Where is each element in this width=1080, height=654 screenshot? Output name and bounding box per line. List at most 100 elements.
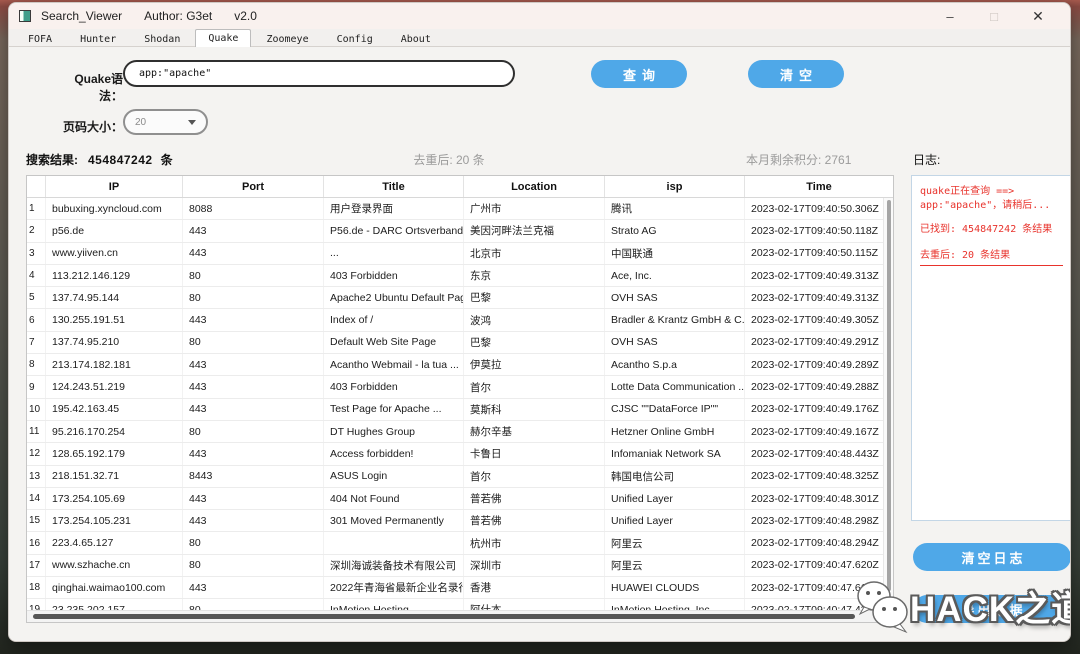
table-cell: 443 xyxy=(183,510,324,531)
column-header-isp[interactable]: isp xyxy=(605,176,745,197)
table-cell: 巴黎 xyxy=(464,332,605,353)
table-cell: 403 Forbidden xyxy=(324,376,464,397)
table-cell: 223.4.65.127 xyxy=(46,532,183,553)
tab-quake[interactable]: Quake xyxy=(195,29,251,47)
table-cell: 80 xyxy=(183,421,324,442)
table-cell: 80 xyxy=(183,332,324,353)
column-header-index[interactable] xyxy=(27,176,46,197)
table-cell: 13 xyxy=(27,466,46,487)
table-row[interactable]: 1923.235.202.15780InMotion Hosting阿什本InM… xyxy=(27,599,883,610)
title-bar: Search_Viewer Author: G3et v2.0 – □ ✕ xyxy=(9,3,1070,29)
table-row[interactable]: 17www.szhache.cn80深圳海诚装备技术有限公司深圳市阿里云2023… xyxy=(27,555,883,577)
table-cell: Ace, Inc. xyxy=(605,265,745,286)
table-row[interactable]: 4113.212.146.12980403 Forbidden东京Ace, In… xyxy=(27,265,883,287)
table-row[interactable]: 12128.65.192.179443Access forbidden!卡鲁日I… xyxy=(27,443,883,465)
column-header-IP[interactable]: IP xyxy=(46,176,183,197)
table-cell: 2023-02-17T09:40:47.434Z xyxy=(745,599,883,610)
log-underline xyxy=(920,265,1063,266)
column-header-Location[interactable]: Location xyxy=(464,176,605,197)
table-row[interactable]: 7137.74.95.21080Default Web Site Page巴黎O… xyxy=(27,332,883,354)
table-cell: 195.42.163.45 xyxy=(46,399,183,420)
table-row[interactable]: 3www.yiiven.cn443...北京市中国联通2023-02-17T09… xyxy=(27,243,883,265)
table-cell: 80 xyxy=(183,599,324,610)
column-header-Title[interactable]: Title xyxy=(324,176,464,197)
table-cell: 80 xyxy=(183,555,324,576)
minimize-button[interactable]: – xyxy=(928,4,972,28)
column-header-Port[interactable]: Port xyxy=(183,176,324,197)
tab-label: About xyxy=(401,34,431,45)
table-cell: 218.151.32.71 xyxy=(46,466,183,487)
table-cell: Hetzner Online GmbH xyxy=(605,421,745,442)
table-cell: www.szhache.cn xyxy=(46,555,183,576)
table-row[interactable]: 13218.151.32.718443ASUS Login首尔韩国电信公司202… xyxy=(27,466,883,488)
table-cell: Test Page for Apache ... xyxy=(324,399,464,420)
table-cell: 杭州市 xyxy=(464,532,605,553)
table-cell: 137.74.95.210 xyxy=(46,332,183,353)
table-cell: 80 xyxy=(183,532,324,553)
table-row[interactable]: 8213.174.182.181443Acantho Webmail - la … xyxy=(27,354,883,376)
tab-config[interactable]: Config xyxy=(324,31,386,46)
table-body: 1bubuxing.xyncloud.com8088用户登录界面广州市腾讯202… xyxy=(27,198,883,610)
table-row[interactable]: 6130.255.191.51443Index of /波鸿Bradler & … xyxy=(27,309,883,331)
table-cell: 2023-02-17T09:40:48.298Z xyxy=(745,510,883,531)
table-row[interactable]: 15173.254.105.231443301 Moved Permanentl… xyxy=(27,510,883,532)
vertical-scrollbar-thumb[interactable] xyxy=(887,200,891,591)
table-cell: 卡鲁日 xyxy=(464,443,605,464)
table-cell: p56.de xyxy=(46,220,183,241)
table-cell: 2023-02-17T09:40:48.301Z xyxy=(745,488,883,509)
table-cell: 巴黎 xyxy=(464,287,605,308)
table-row[interactable]: 18qinghai.waimao100.com4432022年青海省最新企业名录… xyxy=(27,577,883,599)
table-cell: OVH SAS xyxy=(605,332,745,353)
horizontal-scrollbar-thumb[interactable] xyxy=(33,614,855,619)
tab-label: Shodan xyxy=(144,34,180,45)
table-cell: 2023-02-17T09:40:48.443Z xyxy=(745,443,883,464)
table-cell: 2023-02-17T09:40:49.167Z xyxy=(745,421,883,442)
tab-fofa[interactable]: FOFA xyxy=(15,31,65,46)
table-cell: Access forbidden! xyxy=(324,443,464,464)
table-row[interactable]: 16223.4.65.12780杭州市阿里云2023-02-17T09:40:4… xyxy=(27,532,883,554)
search-button[interactable]: 查询 xyxy=(591,60,687,88)
table-cell: 2023-02-17T09:40:47.618Z xyxy=(745,577,883,598)
tab-zoomeye[interactable]: Zoomeye xyxy=(253,31,321,46)
table-row[interactable]: 2p56.de443P56.de - DARC Ortsverband ...美… xyxy=(27,220,883,242)
table-row[interactable]: 1195.216.170.25480DT Hughes Group赫尔辛基Het… xyxy=(27,421,883,443)
tab-shodan[interactable]: Shodan xyxy=(131,31,193,46)
table-cell: 阿里云 xyxy=(605,532,745,553)
export-data-button[interactable]: 导出数据 xyxy=(913,595,1071,623)
column-header-Time[interactable]: Time xyxy=(745,176,893,197)
table-cell: Bradler & Krantz GmbH & C... xyxy=(605,309,745,330)
table-row[interactable]: 9124.243.51.219443403 Forbidden首尔Lotte D… xyxy=(27,376,883,398)
table-row[interactable]: 10195.42.163.45443Test Page for Apache .… xyxy=(27,399,883,421)
table-cell: 9 xyxy=(27,376,46,397)
table-cell: 173.254.105.69 xyxy=(46,488,183,509)
close-button[interactable]: ✕ xyxy=(1016,4,1060,28)
clear-button[interactable]: 清空 xyxy=(748,60,844,88)
table-cell: 北京市 xyxy=(464,243,605,264)
page-size-dropdown[interactable]: 20 xyxy=(123,109,208,135)
table-cell: bubuxing.xyncloud.com xyxy=(46,198,183,219)
page-size-label: 页码大小： xyxy=(47,118,123,135)
table-cell: Lotte Data Communication ... xyxy=(605,376,745,397)
table-cell: 95.216.170.254 xyxy=(46,421,183,442)
results-value: 454847242 xyxy=(88,153,153,167)
table-row[interactable]: 5137.74.95.14480Apache2 Ubuntu Default P… xyxy=(27,287,883,309)
vertical-scrollbar[interactable] xyxy=(883,198,893,610)
table-cell: 443 xyxy=(183,376,324,397)
table-cell: 腾讯 xyxy=(605,198,745,219)
table-cell: DT Hughes Group xyxy=(324,421,464,442)
table-cell: 2023-02-17T09:40:49.289Z xyxy=(745,354,883,375)
table-row[interactable]: 1bubuxing.xyncloud.com8088用户登录界面广州市腾讯202… xyxy=(27,198,883,220)
tab-hunter[interactable]: Hunter xyxy=(67,31,129,46)
dedup-count: 去重后: 20 条 xyxy=(359,151,539,168)
clear-log-button[interactable]: 清空日志 xyxy=(913,543,1071,571)
table-cell: 113.212.146.129 xyxy=(46,265,183,286)
tab-about[interactable]: About xyxy=(388,31,444,46)
table-cell: Acantho Webmail - la tua ... xyxy=(324,354,464,375)
table-cell: 8088 xyxy=(183,198,324,219)
maximize-button[interactable]: □ xyxy=(972,4,1016,28)
table-cell: OVH SAS xyxy=(605,287,745,308)
query-input[interactable] xyxy=(123,60,515,87)
table-cell: 130.255.191.51 xyxy=(46,309,183,330)
horizontal-scrollbar[interactable] xyxy=(27,610,883,622)
table-row[interactable]: 14173.254.105.69443404 Not Found普若佛Unifi… xyxy=(27,488,883,510)
